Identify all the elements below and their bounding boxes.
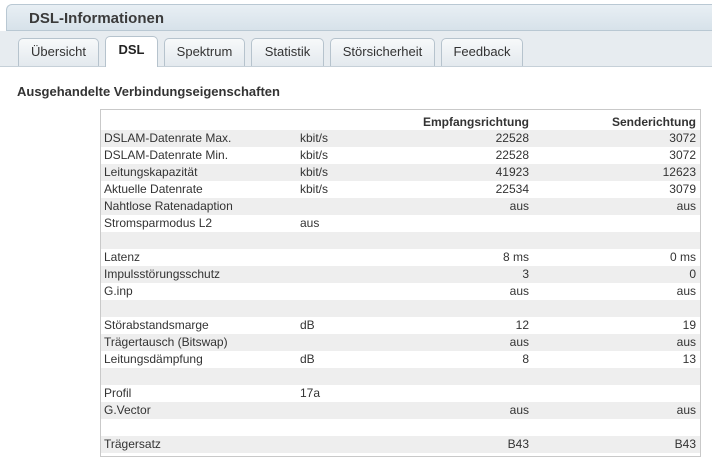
row-unit: 17a [300,386,321,400]
row-label: Leitungskapazität [104,165,198,179]
table-row: Profil 17a [101,385,700,402]
connection-properties-table: Empfangsrichtung Senderichtung DSLAM-Dat… [100,109,701,457]
row-send-value: 13 [682,352,696,366]
table-body: DSLAM-Datenrate Max. kbit/s 22528 3072 DSLAM… [101,130,700,453]
row-unit: dB [300,352,315,366]
table-row: Leitungskapazität kbit/s 41923 12623 [101,164,700,181]
tab-stoersicherheit[interactable]: Störsicherheit [330,38,435,66]
row-receive-value: aus [509,335,529,349]
table-row [101,419,700,436]
row-label: DSLAM-Datenrate Max. [104,131,232,145]
row-receive-value: 12 [515,318,529,332]
tab-statistik[interactable]: Statistik [251,38,324,66]
row-label: Trägersatz [104,437,161,451]
table-row: Impulsstörungsschutz 3 0 [101,266,700,283]
row-send-value: 3079 [669,182,696,196]
row-send-value: B43 [674,437,696,451]
content-area: Ausgehandelte Verbindungseigenschaften E… [0,67,712,464]
row-send-value: aus [676,199,696,213]
table-row: G.Vector aus aus [101,402,700,419]
row-receive-value: 8 [522,352,529,366]
table-row: DSLAM-Datenrate Max. kbit/s 22528 3072 [101,130,700,147]
section-title: Ausgehandelte Verbindungseigenschaften [17,84,280,99]
row-unit: kbit/s [300,148,329,162]
row-send-value: 0 ms [669,250,696,264]
header-receive-direction: Empfangsrichtung [422,115,529,129]
row-send-value: 12623 [662,165,696,179]
table-row: Störabstandsmarge dB 12 19 [101,317,700,334]
table-row [101,300,700,317]
row-receive-value: 22528 [495,148,529,162]
row-send-value: 3072 [669,148,696,162]
row-unit: kbit/s [300,182,329,196]
table-row: Stromsparmodus L2 aus [101,215,700,232]
row-send-value: 3072 [669,131,696,145]
table-header: Empfangsrichtung Senderichtung [101,110,700,130]
dsl-info-panel: DSL-Informationen Übersicht DSL Spektrum… [0,0,712,464]
row-label: G.inp [104,284,133,298]
row-unit: dB [300,318,315,332]
table-row: DSLAM-Datenrate Min. kbit/s 22528 3072 [101,147,700,164]
row-label: G.Vector [104,403,151,417]
table-row: Trägersatz B43 B43 [101,436,700,453]
table-row: Nahtlose Ratenadaption aus aus [101,198,700,215]
row-receive-value: 22528 [495,131,529,145]
row-receive-value: B43 [507,437,529,451]
row-receive-value: aus [509,284,529,298]
row-label: Latenz [104,250,141,264]
row-label: Nahtlose Ratenadaption [104,199,233,213]
tab-feedback[interactable]: Feedback [441,38,523,66]
row-receive-value: aus [509,199,529,213]
row-send-value: 19 [682,318,696,332]
row-label: Trägertausch (Bitswap) [104,335,228,349]
table-row [101,368,700,385]
row-label: Stromsparmodus L2 [104,216,213,230]
table-row: Trägertausch (Bitswap) aus aus [101,334,700,351]
tab-spektrum[interactable]: Spektrum [164,38,245,66]
tab-uebersicht[interactable]: Übersicht [18,38,99,66]
row-label: DSLAM-Datenrate Min. [104,148,229,162]
row-send-value: aus [676,335,696,349]
table-row [101,232,700,249]
row-receive-value: 3 [522,267,529,281]
row-label: Profil [104,386,132,400]
row-label: Impulsstörungsschutz [104,267,221,281]
row-send-value: aus [676,284,696,298]
row-send-value: 0 [689,267,696,281]
row-unit: kbit/s [300,131,329,145]
table-row: G.inp aus aus [101,283,700,300]
table-row: Leitungsdämpfung dB 8 13 [101,351,700,368]
row-label: Störabstandsmarge [104,318,209,332]
table-row: Aktuelle Datenrate kbit/s 22534 3079 [101,181,700,198]
row-receive-value: aus [509,403,529,417]
header-send-direction: Senderichtung [611,115,696,129]
row-send-value: aus [676,403,696,417]
title-bar: DSL-Informationen [6,4,712,31]
row-receive-value: 8 ms [502,250,529,264]
row-unit: aus [300,216,320,230]
tab-dsl[interactable]: DSL [105,36,158,67]
panel-title: DSL-Informationen [29,10,164,27]
row-label: Aktuelle Datenrate [104,182,203,196]
row-unit: kbit/s [300,165,329,179]
row-receive-value: 41923 [495,165,529,179]
tab-bar: Übersicht DSL Spektrum Statistik Störsic… [0,31,712,67]
row-receive-value: 22534 [495,182,529,196]
row-label: Leitungsdämpfung [104,352,203,366]
table-row: Latenz 8 ms 0 ms [101,249,700,266]
